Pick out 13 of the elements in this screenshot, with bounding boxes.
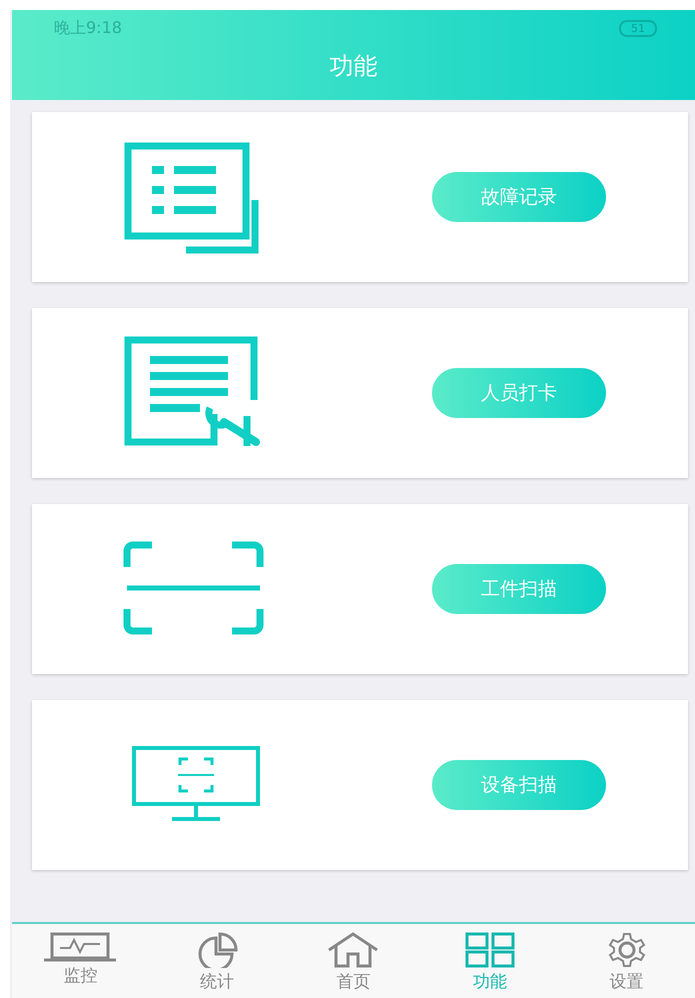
grid-icon: [463, 932, 518, 968]
home-icon: [326, 932, 380, 968]
function-button[interactable]: 工件扫描: [432, 564, 606, 614]
nav-tab[interactable]: 设置: [558, 924, 695, 998]
laptop-pulse-icon: [44, 932, 116, 962]
function-button[interactable]: 人员打卡: [432, 368, 606, 418]
page-title: 功能: [330, 51, 378, 82]
nav-tab[interactable]: 统计: [148, 924, 286, 998]
function-button[interactable]: 故障记录: [432, 172, 606, 222]
nav-tab[interactable]: 监控: [12, 924, 149, 998]
nav-tab[interactable]: 功能: [422, 924, 558, 998]
function-button[interactable]: 设备扫描: [432, 760, 606, 810]
nav-tab[interactable]: 首页: [285, 924, 422, 998]
